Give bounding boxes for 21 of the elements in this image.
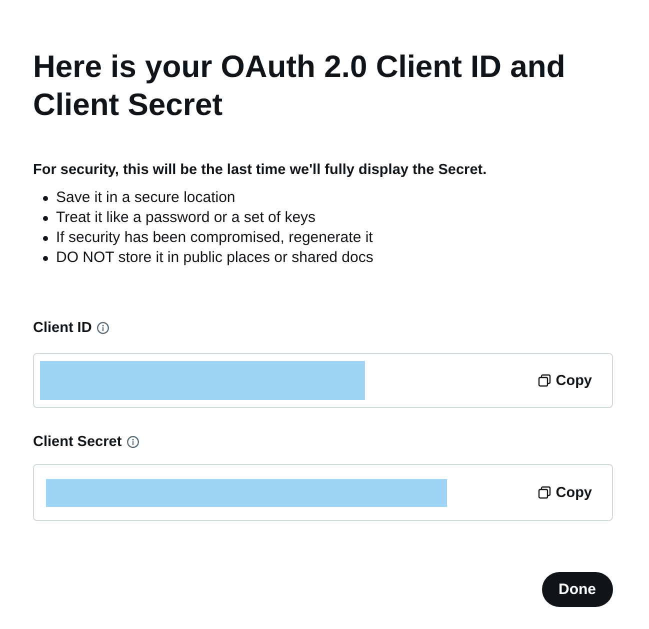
value-field[interactable]: Copy (33, 353, 613, 408)
info-icon[interactable] (96, 322, 109, 334)
copy-button[interactable]: Copy (538, 372, 592, 388)
field-label: Client ID (33, 319, 92, 338)
bullet-icon (43, 216, 48, 220)
security-notice: For security, this will be the last time we'll fully display the Secret. (33, 161, 488, 180)
value-field[interactable]: Copy (33, 464, 613, 521)
info-icon[interactable] (126, 436, 139, 448)
tip-text: If security has been compromised, regenerate it (56, 228, 373, 248)
tip-text: DO NOT store it in public places or shared docs (56, 248, 374, 268)
done-button[interactable]: Done (542, 572, 613, 607)
copy-icon (538, 374, 551, 387)
field-label: Client Secret (33, 433, 122, 452)
dialog-title: Here is your OAuth 2.0 Client ID and Client Secret (33, 48, 566, 124)
bullet-icon (43, 256, 48, 260)
tip-text: Treat it like a password or a set of keys (56, 208, 316, 228)
copy-button[interactable]: Copy (538, 484, 592, 500)
tip-text: Save it in a secure location (56, 188, 236, 208)
copy-icon (538, 486, 551, 499)
bullet-icon (43, 236, 48, 240)
bullet-icon (43, 196, 48, 200)
